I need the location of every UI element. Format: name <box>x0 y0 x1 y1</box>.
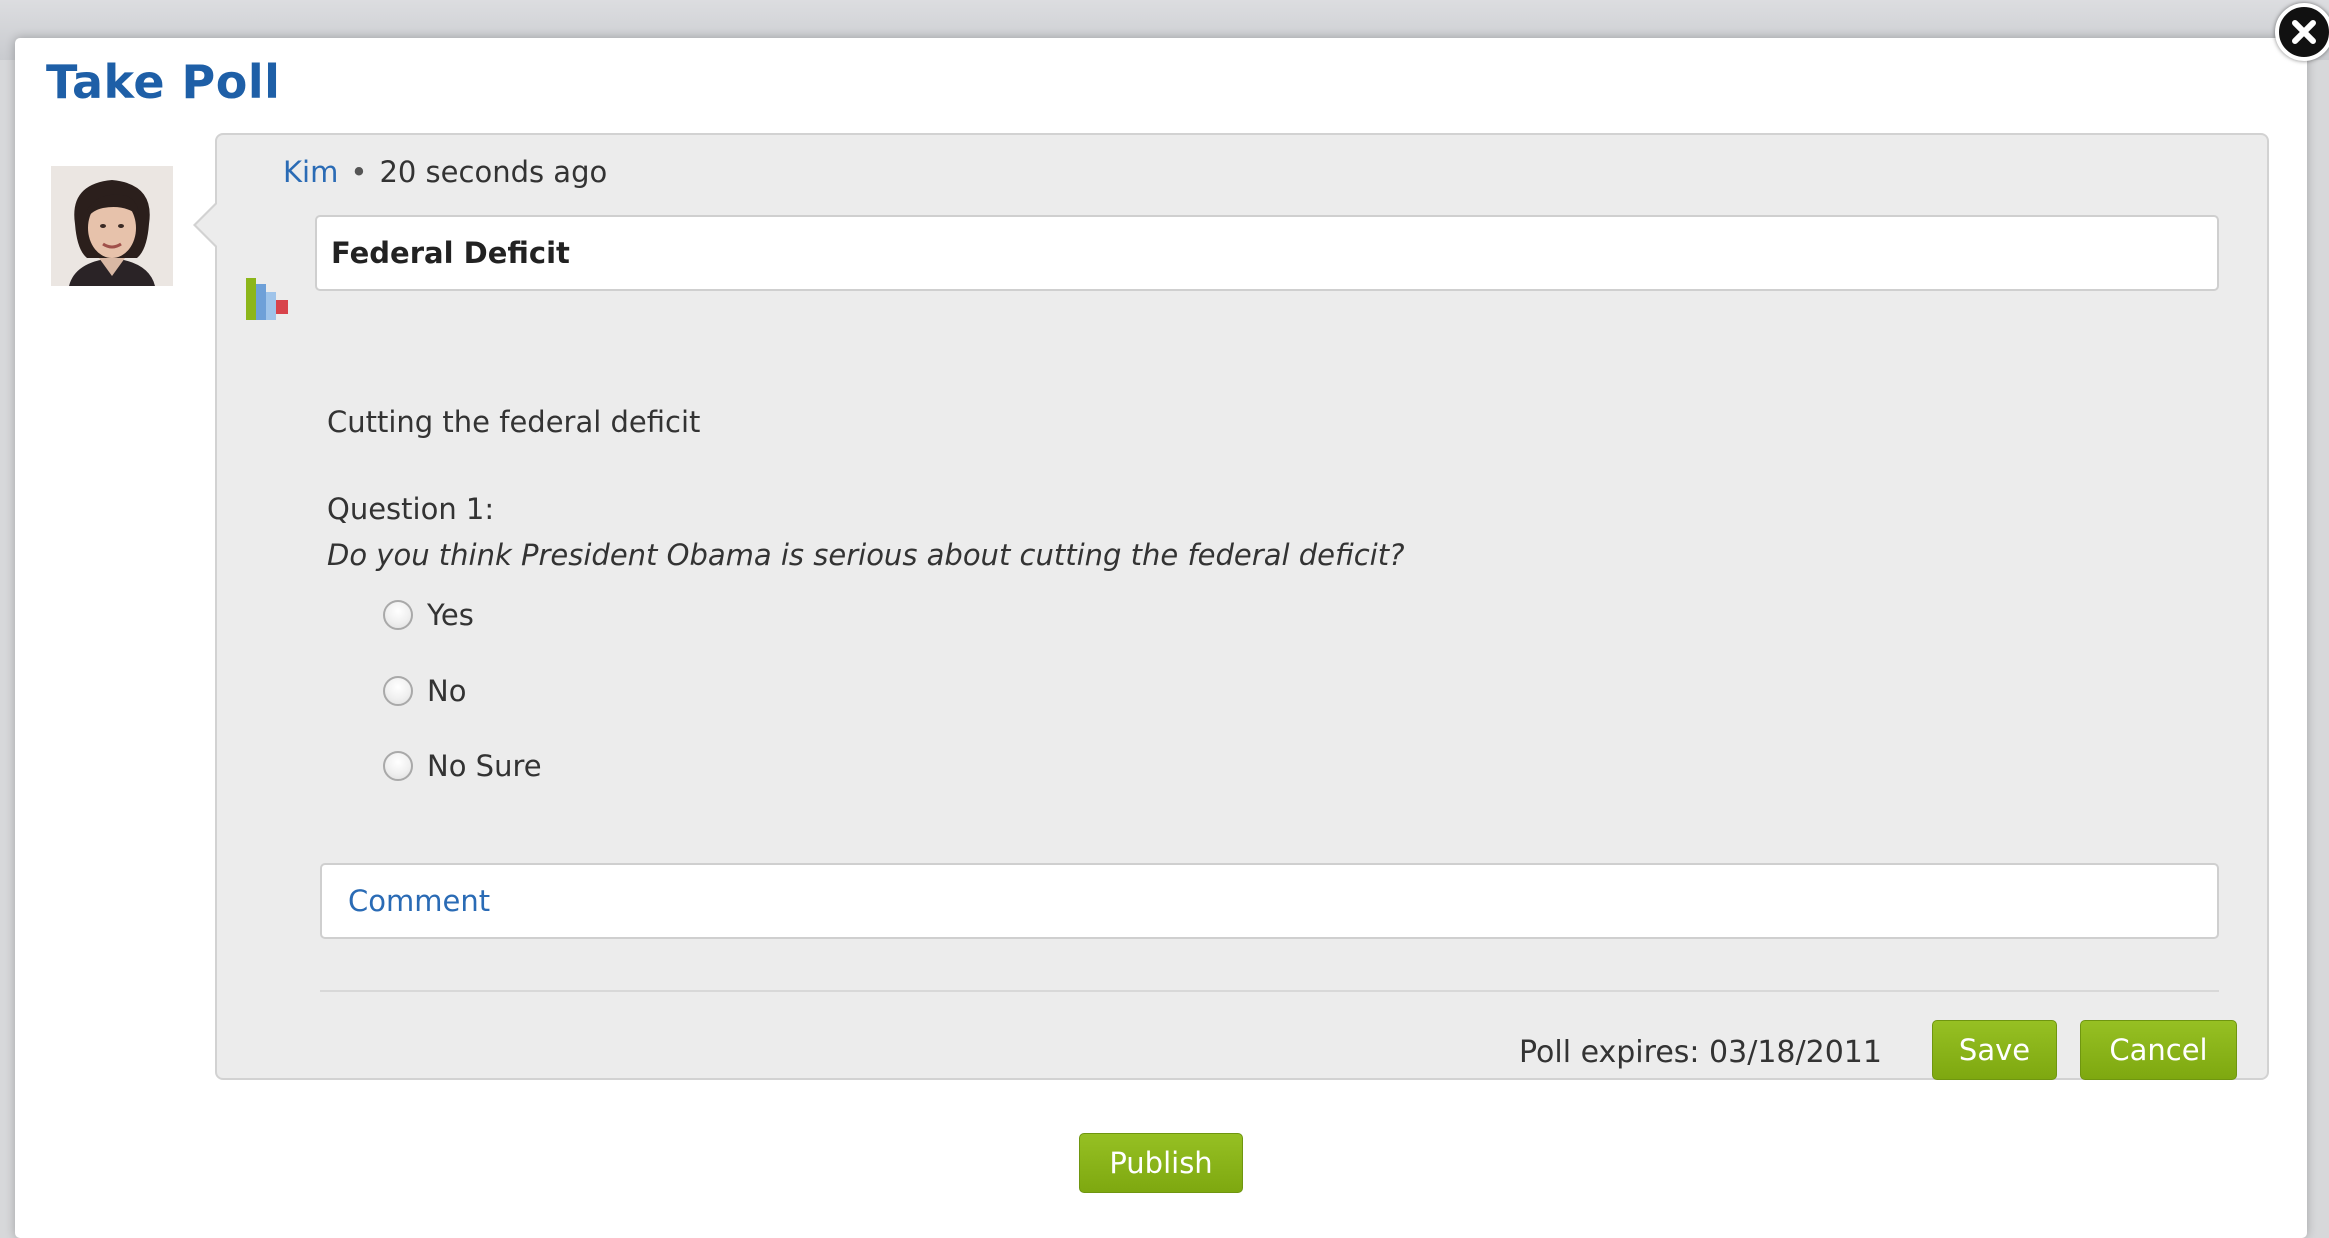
cancel-button[interactable]: Cancel <box>2080 1020 2237 1080</box>
option-label: No Sure <box>427 749 542 783</box>
post-meta: Kim • 20 seconds ago <box>283 155 607 189</box>
poll-description: Cutting the federal deficit <box>327 405 701 439</box>
poll-chart-icon <box>246 278 288 320</box>
publish-button[interactable]: Publish <box>1079 1133 1243 1193</box>
option-label: No <box>427 674 467 708</box>
option-label: Yes <box>427 598 474 632</box>
radio-not-sure[interactable] <box>383 751 413 781</box>
divider <box>320 990 2219 992</box>
dialog-title: Take Poll <box>46 55 281 109</box>
option-not-sure[interactable]: No Sure <box>383 746 542 786</box>
question-text: Do you think President Obama is serious … <box>327 538 1405 572</box>
question-label: Question 1: <box>327 492 495 526</box>
poll-card: Kim • 20 seconds ago Federal Deficit Cutti… <box>193 133 2269 1080</box>
option-no[interactable]: No <box>383 671 466 711</box>
save-button[interactable]: Save <box>1932 1020 2057 1080</box>
radio-yes[interactable] <box>383 600 413 630</box>
comment-input[interactable]: Comment <box>320 863 2219 939</box>
author-link[interactable]: Kim <box>283 155 338 189</box>
option-yes[interactable]: Yes <box>383 595 474 635</box>
meta-separator: • <box>350 155 368 189</box>
avatar-photo <box>51 166 173 286</box>
close-button[interactable] <box>2275 3 2329 61</box>
avatar <box>51 166 173 286</box>
poll-expires: Poll expires: 03/18/2011 <box>1519 1035 1882 1070</box>
radio-no[interactable] <box>383 676 413 706</box>
close-icon <box>2292 20 2316 44</box>
post-timestamp: 20 seconds ago <box>379 155 608 189</box>
take-poll-dialog: Take Poll Kim • 20 seconds ago Federal Def… <box>15 38 2307 1238</box>
poll-title-field[interactable]: Federal Deficit <box>315 215 2219 291</box>
